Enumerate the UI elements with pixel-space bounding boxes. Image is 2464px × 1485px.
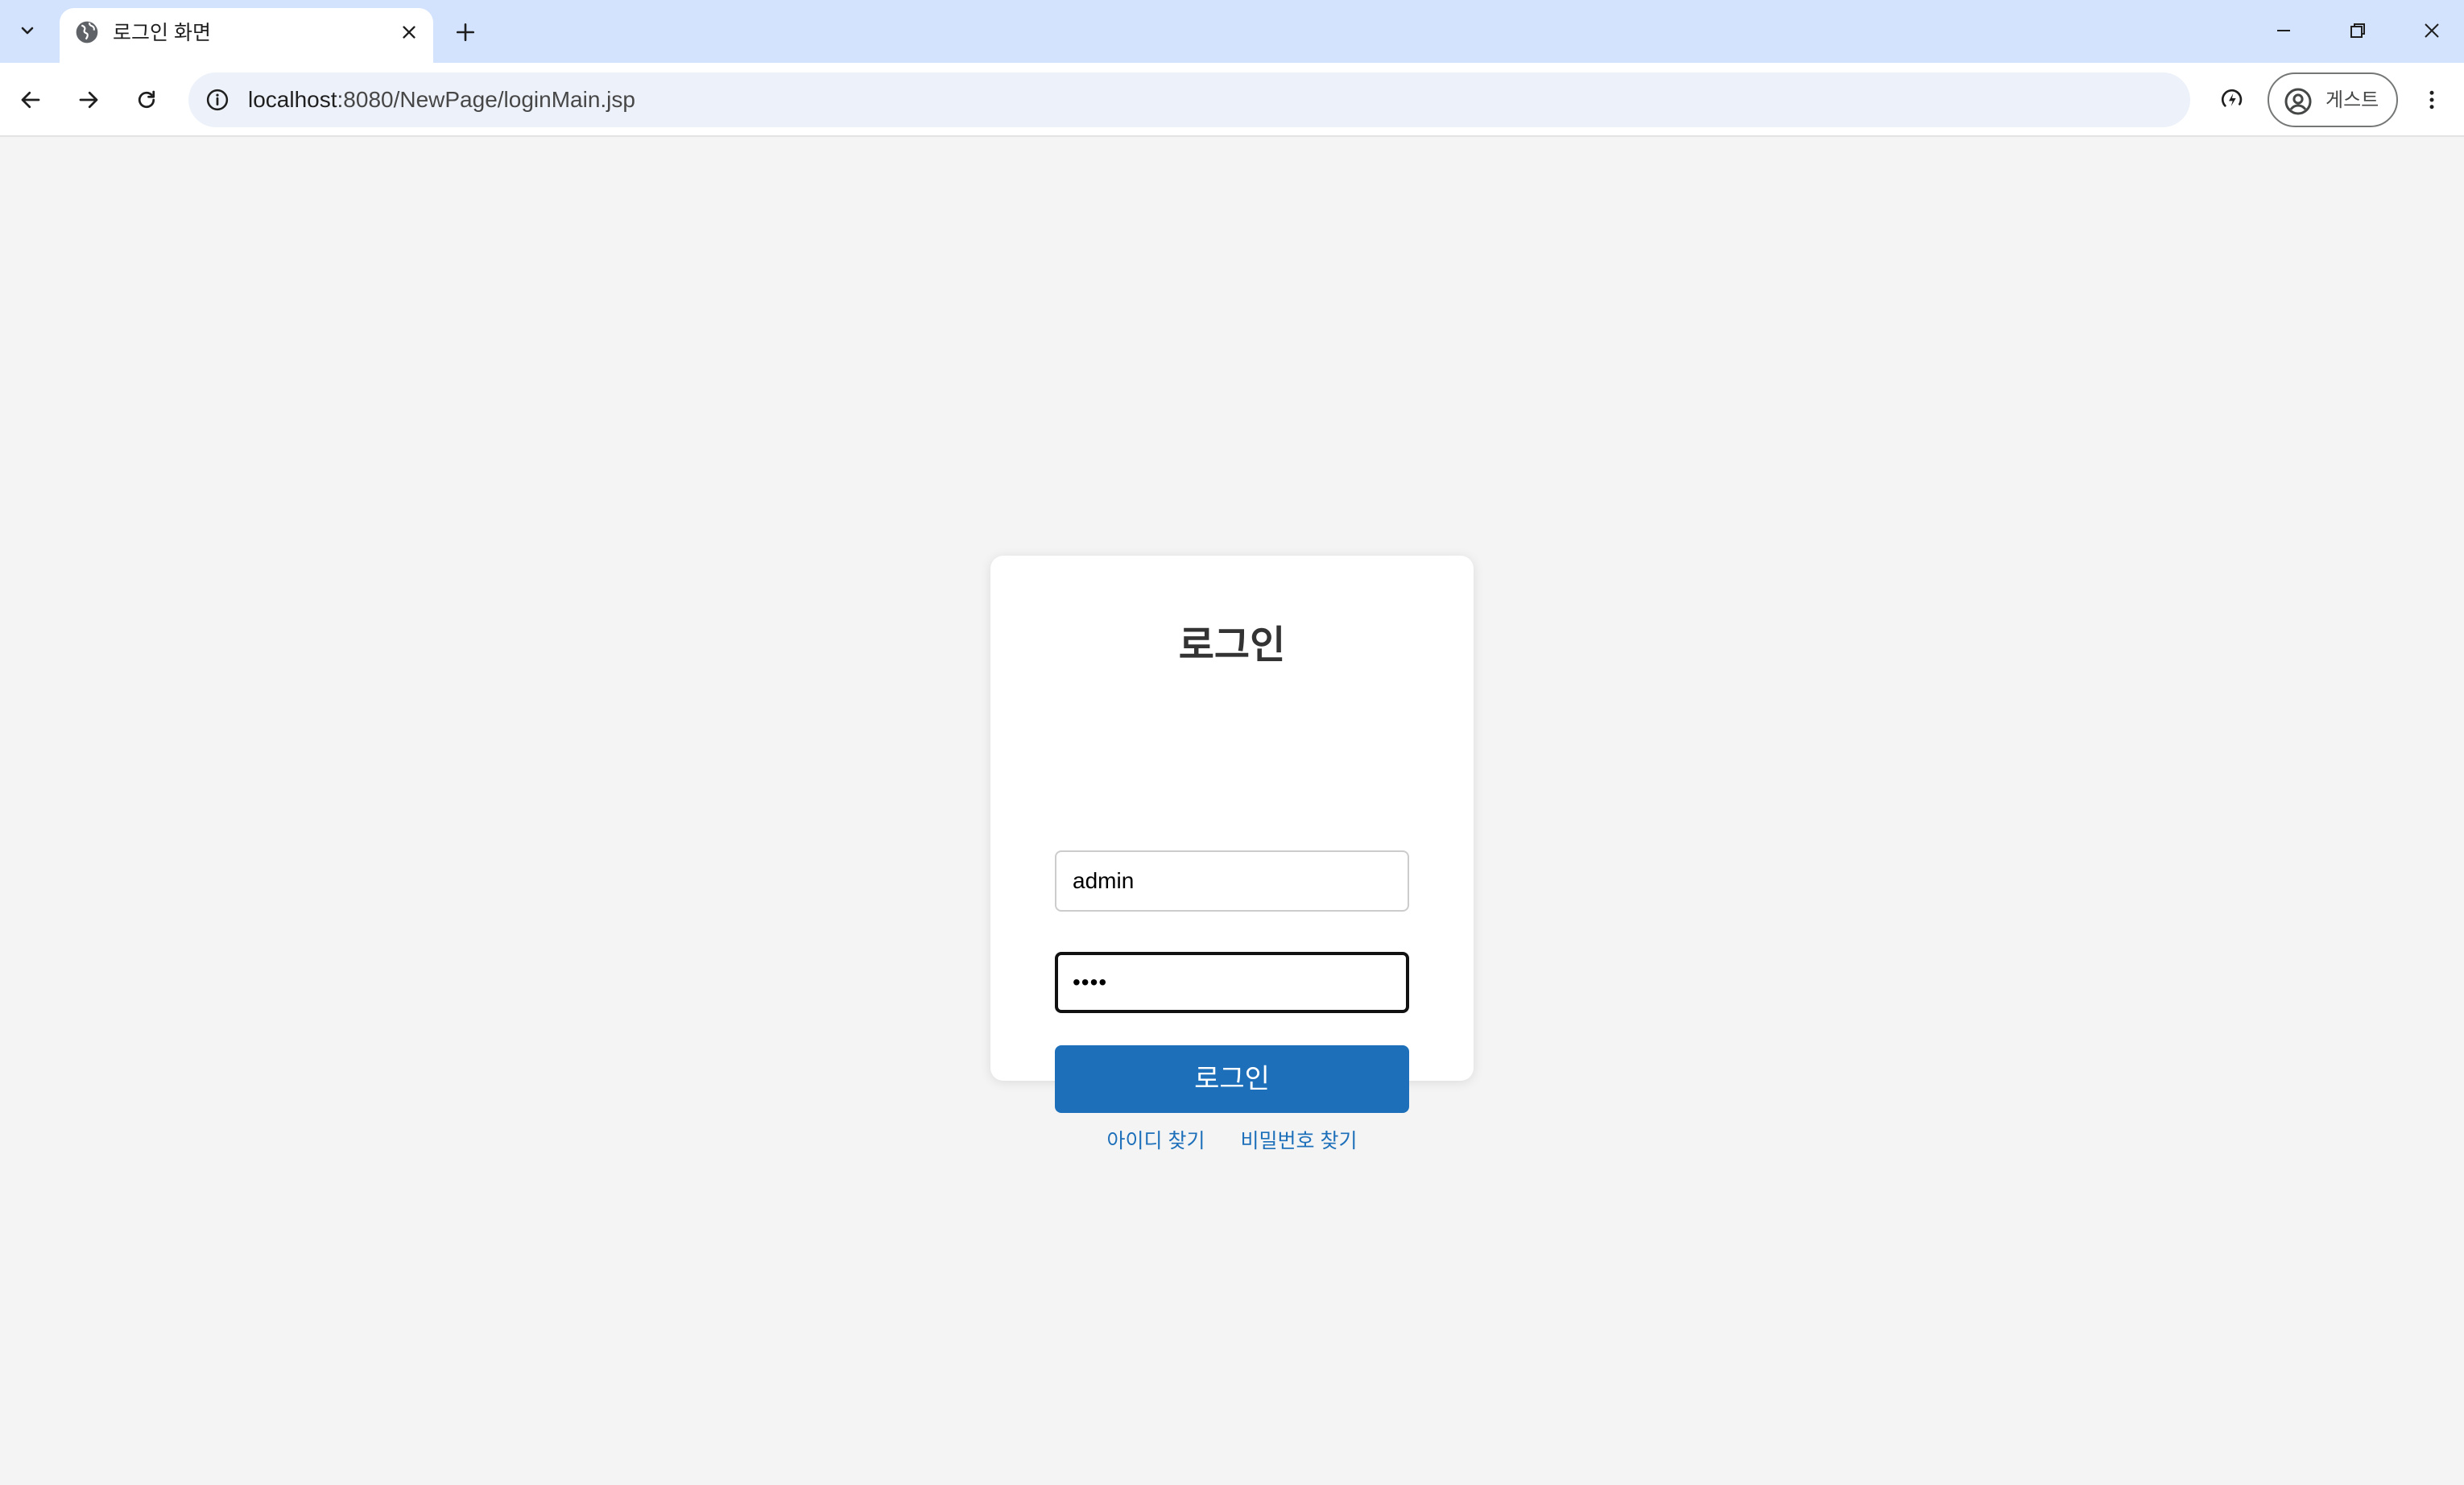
chevron-down-icon [21,27,34,35]
url-host: localhost [248,87,337,112]
reload-button[interactable] [127,81,166,119]
tab-title: 로그인 화면 [113,22,211,44]
close-icon [2425,23,2439,38]
close-icon [403,26,415,39]
plus-icon [456,23,475,42]
active-tab[interactable]: 로그인 화면 [60,8,433,63]
site-info-button[interactable] [203,85,232,114]
forward-button[interactable] [69,81,108,119]
performance-button[interactable] [2213,81,2251,119]
new-tab-button[interactable] [448,14,483,50]
reload-icon [138,90,155,109]
url-text: localhost:8080/NewPage/loginMain.jsp [248,84,635,116]
password-input[interactable]: •••• [1055,952,1409,1013]
browser-menu-button[interactable] [2412,81,2451,119]
back-button[interactable] [11,81,50,119]
login-card: 로그인 admin •••• 로그인 아이디 찾기 비밀번호 찾기 [990,556,1474,1152]
kebab-menu-icon [2429,90,2434,110]
info-icon [206,89,229,111]
login-button[interactable]: 로그인 [1055,1045,1409,1113]
minimize-icon [2277,30,2290,31]
find-password-link[interactable]: 비밀번호 찾기 [1241,1130,1358,1152]
restore-icon [2350,23,2365,38]
restore-button[interactable] [2334,11,2382,50]
page-viewport: 로그인 admin •••• 로그인 아이디 찾기 비밀번호 찾기 [0,139,2464,1485]
user-id-input[interactable]: admin [1055,850,1409,912]
tab-close-button[interactable] [396,19,422,45]
account-links: 아이디 찾기 비밀번호 찾기 [990,1127,1474,1155]
performance-icon [2221,89,2243,107]
tab-strip: 로그인 화면 [0,0,2464,63]
back-arrow-icon [21,91,40,109]
address-bar[interactable]: localhost:8080/NewPage/loginMain.jsp [188,72,2190,127]
profile-label: 게스트 [2326,89,2379,111]
forward-arrow-icon [79,91,98,109]
profile-icon [2284,88,2312,115]
globe-icon [76,21,98,43]
url-path: :8080/NewPage/loginMain.jsp [337,87,635,112]
login-title: 로그인 [1178,624,1286,667]
profile-button[interactable]: 게스트 [2268,72,2398,127]
browser-toolbar: localhost:8080/NewPage/loginMain.jsp 게스트 [0,63,2464,137]
tab-search-button[interactable] [8,11,47,50]
minimize-button[interactable] [2259,11,2308,50]
close-window-button[interactable] [2408,11,2456,50]
find-id-link[interactable]: 아이디 찾기 [1107,1130,1205,1152]
